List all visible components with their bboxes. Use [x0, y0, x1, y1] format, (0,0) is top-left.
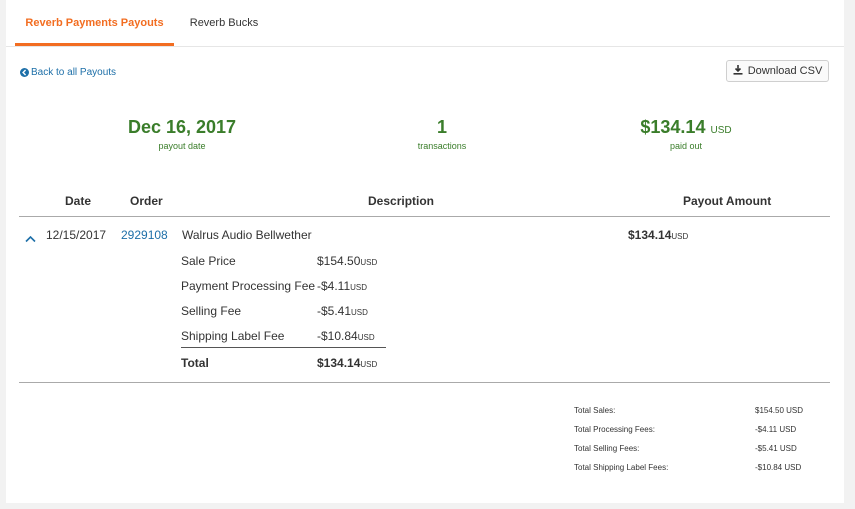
breakdown-total-unit: USD: [360, 360, 378, 369]
table-bottom-divider: [19, 382, 830, 383]
download-icon: [733, 64, 743, 78]
transactions-stat: 1 transactions: [352, 117, 532, 151]
row-amount-value: $134.14: [628, 228, 672, 242]
order-link[interactable]: 2929108: [121, 228, 168, 242]
paid-out-label: paid out: [669, 141, 703, 151]
breakdown-unit: USD: [360, 258, 378, 267]
breakdown-amount: $154.50: [317, 254, 361, 268]
back-link-label: Back to all Payouts: [31, 67, 117, 78]
download-csv-button[interactable]: Download CSV: [726, 60, 829, 82]
breakdown-amount: -$10.84: [317, 329, 358, 343]
row-amount-unit: USD: [671, 232, 689, 241]
column-header-order: Order: [130, 194, 163, 208]
row-description: Walrus Audio Bellwether: [182, 228, 312, 242]
tab-reverb-payments-payouts[interactable]: Reverb Payments Payouts: [15, 0, 174, 46]
column-header-description: Description: [368, 194, 435, 208]
breakdown-amount: -$5.41: [317, 304, 352, 318]
chevron-up-icon[interactable]: [25, 230, 36, 248]
header-divider: [19, 216, 830, 217]
breakdown-label: Selling Fee: [181, 304, 242, 318]
transactions-value: 1: [436, 117, 447, 137]
transactions-label: transactions: [417, 141, 467, 151]
breakdown-label: Shipping Label Fee: [181, 329, 285, 343]
paid-out-amount: $134.14: [640, 117, 706, 137]
breakdown-value: -$5.41USD: [317, 304, 368, 318]
total-shipping-label-fees-label: Total Shipping Label Fees:: [574, 463, 669, 472]
paid-out-value: $134.14 USD: [596, 117, 776, 138]
total-selling-fees-value: -$5.41 USD: [755, 444, 797, 453]
breakdown-value: $154.50USD: [317, 254, 377, 268]
back-to-payouts-link[interactable]: Back to all Payouts: [20, 67, 116, 78]
arrow-left-circle-icon: [20, 68, 29, 77]
breakdown-total-label: Total: [181, 356, 209, 370]
breakdown-amount: -$4.11: [317, 279, 351, 293]
breakdown-unit: USD: [351, 308, 368, 317]
total-processing-fees-label: Total Processing Fees:: [574, 425, 655, 434]
paid-out-unit: USD: [710, 125, 732, 136]
row-date: 12/15/2017: [46, 228, 107, 242]
tab-bar: Reverb Payments Payouts Reverb Bucks: [6, 0, 844, 47]
breakdown-divider: [181, 347, 386, 348]
payouts-panel: Reverb Payments Payouts Reverb Bucks Bac…: [6, 0, 844, 503]
column-header-date: Date: [65, 194, 92, 208]
breakdown-value: -$10.84USD: [317, 329, 375, 343]
breakdown-unit: USD: [350, 283, 368, 292]
breakdown-total-value: $134.14USD: [317, 356, 377, 370]
total-shipping-label-fees-value: -$10.84 USD: [755, 463, 802, 472]
total-sales-value: $154.50 USD: [755, 406, 804, 415]
total-processing-fees-value: -$4.11 USD: [755, 425, 797, 434]
breakdown-unit: USD: [357, 333, 375, 342]
download-csv-label: Download CSV: [747, 65, 823, 77]
row-payout-amount: $134.14USD: [628, 228, 688, 242]
payout-date-label: payout date: [158, 141, 206, 151]
total-sales-label: Total Sales:: [574, 406, 616, 415]
breakdown-label: Payment Processing Fee: [181, 279, 316, 293]
tab-reverb-bucks[interactable]: Reverb Bucks: [174, 0, 274, 44]
paid-out-stat: $134.14 USD paid out: [596, 117, 776, 151]
total-selling-fees-label: Total Selling Fees:: [574, 444, 640, 453]
payout-date-value: Dec 16, 2017: [127, 117, 237, 137]
breakdown-value: -$4.11USD: [317, 279, 367, 293]
column-header-payout-amount: Payout Amount: [683, 194, 772, 208]
breakdown-label: Sale Price: [181, 254, 236, 268]
breakdown-total-amount: $134.14: [317, 356, 361, 370]
payout-date-stat: Dec 16, 2017 payout date: [92, 117, 272, 151]
